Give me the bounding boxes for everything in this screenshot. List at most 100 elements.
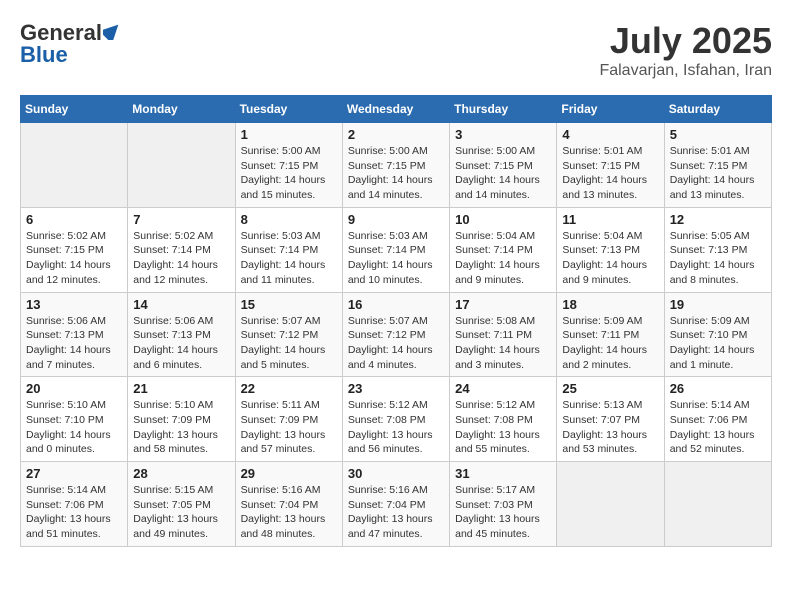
day-number: 12 (670, 212, 766, 227)
calendar-cell: 21 Sunrise: 5:10 AM Sunset: 7:09 PM Dayli… (128, 377, 235, 462)
calendar-cell: 22Sunrise: 5:11 AM Sunset: 7:09 PM Dayli… (235, 377, 342, 462)
calendar-cell: 27 Sunrise: 5:14 AM Sunset: 7:06 PM Dayli… (21, 462, 128, 547)
calendar-cell (557, 462, 664, 547)
day-detail: Sunrise: 5:07 AM Sunset: 7:12 PM Dayligh… (348, 314, 444, 373)
day-number: 8 (241, 212, 337, 227)
calendar-cell: 19 Sunrise: 5:09 AM Sunset: 7:10 PM Dayli… (664, 292, 771, 377)
day-number: 31 (455, 466, 551, 481)
calendar-cell: 9 Sunrise: 5:03 AM Sunset: 7:14 PM Daylig… (342, 207, 449, 292)
day-number: 2 (348, 127, 444, 142)
day-number: 11 (562, 212, 658, 227)
calendar-cell: 17 Sunrise: 5:08 AM Sunset: 7:11 PM Dayli… (450, 292, 557, 377)
day-detail: Sunrise: 5:10 AM Sunset: 7:10 PM Dayligh… (26, 398, 122, 457)
day-detail: Sunrise: 5:04 AM Sunset: 7:13 PM Dayligh… (562, 229, 658, 288)
calendar-cell: 28Sunrise: 5:15 AM Sunset: 7:05 PM Dayli… (128, 462, 235, 547)
calendar-cell: 18Sunrise: 5:09 AM Sunset: 7:11 PM Dayli… (557, 292, 664, 377)
calendar-day-header: Sunday (21, 96, 128, 123)
day-detail: Sunrise: 5:04 AM Sunset: 7:14 PM Dayligh… (455, 229, 551, 288)
calendar-cell: 20 Sunrise: 5:10 AM Sunset: 7:10 PM Dayli… (21, 377, 128, 462)
day-number: 19 (670, 297, 766, 312)
calendar-cell (21, 123, 128, 208)
title-block: July 2025 Falavarjan, Isfahan, Iran (599, 20, 772, 80)
day-detail: Sunrise: 5:11 AM Sunset: 7:09 PM Dayligh… (241, 398, 337, 457)
logo-arrow-icon (103, 20, 121, 46)
day-detail: Sunrise: 5:06 AM Sunset: 7:13 PM Dayligh… (26, 314, 122, 373)
page-subtitle: Falavarjan, Isfahan, Iran (599, 62, 772, 80)
day-detail: Sunrise: 5:17 AM Sunset: 7:03 PM Dayligh… (455, 483, 551, 542)
calendar-day-header: Friday (557, 96, 664, 123)
calendar-cell: 13 Sunrise: 5:06 AM Sunset: 7:13 PM Dayli… (21, 292, 128, 377)
calendar-cell: 4 Sunrise: 5:01 AM Sunset: 7:15 PM Daylig… (557, 123, 664, 208)
calendar-cell: 5 Sunrise: 5:01 AM Sunset: 7:15 PM Daylig… (664, 123, 771, 208)
calendar-cell: 25 Sunrise: 5:13 AM Sunset: 7:07 PM Dayli… (557, 377, 664, 462)
day-number: 18 (562, 297, 658, 312)
day-detail: Sunrise: 5:10 AM Sunset: 7:09 PM Dayligh… (133, 398, 229, 457)
calendar-cell: 2Sunrise: 5:00 AM Sunset: 7:15 PM Daylig… (342, 123, 449, 208)
calendar-cell: 30 Sunrise: 5:16 AM Sunset: 7:04 PM Dayli… (342, 462, 449, 547)
day-detail: Sunrise: 5:08 AM Sunset: 7:11 PM Dayligh… (455, 314, 551, 373)
day-detail: Sunrise: 5:02 AM Sunset: 7:15 PM Dayligh… (26, 229, 122, 288)
day-number: 4 (562, 127, 658, 142)
calendar-day-header: Monday (128, 96, 235, 123)
calendar-cell: 29 Sunrise: 5:16 AM Sunset: 7:04 PM Dayli… (235, 462, 342, 547)
day-detail: Sunrise: 5:01 AM Sunset: 7:15 PM Dayligh… (562, 144, 658, 203)
logo-blue-text: Blue (20, 42, 68, 67)
day-number: 21 (133, 381, 229, 396)
day-detail: Sunrise: 5:02 AM Sunset: 7:14 PM Dayligh… (133, 229, 229, 288)
calendar-table: SundayMondayTuesdayWednesdayThursdayFrid… (20, 95, 772, 547)
day-detail: Sunrise: 5:16 AM Sunset: 7:04 PM Dayligh… (348, 483, 444, 542)
calendar-cell (664, 462, 771, 547)
day-detail: Sunrise: 5:14 AM Sunset: 7:06 PM Dayligh… (26, 483, 122, 542)
day-detail: Sunrise: 5:13 AM Sunset: 7:07 PM Dayligh… (562, 398, 658, 457)
calendar-day-header: Wednesday (342, 96, 449, 123)
calendar-cell: 8 Sunrise: 5:03 AM Sunset: 7:14 PM Daylig… (235, 207, 342, 292)
calendar-cell: 24 Sunrise: 5:12 AM Sunset: 7:08 PM Dayli… (450, 377, 557, 462)
logo: General Blue (20, 20, 121, 68)
calendar-cell (128, 123, 235, 208)
calendar-week-row: 27 Sunrise: 5:14 AM Sunset: 7:06 PM Dayli… (21, 462, 772, 547)
calendar-cell: 12 Sunrise: 5:05 AM Sunset: 7:13 PM Dayli… (664, 207, 771, 292)
day-number: 9 (348, 212, 444, 227)
day-number: 30 (348, 466, 444, 481)
day-detail: Sunrise: 5:06 AM Sunset: 7:13 PM Dayligh… (133, 314, 229, 373)
day-number: 23 (348, 381, 444, 396)
day-number: 29 (241, 466, 337, 481)
day-number: 6 (26, 212, 122, 227)
day-number: 26 (670, 381, 766, 396)
day-detail: Sunrise: 5:00 AM Sunset: 7:15 PM Dayligh… (241, 144, 337, 203)
day-number: 25 (562, 381, 658, 396)
calendar-week-row: 13 Sunrise: 5:06 AM Sunset: 7:13 PM Dayli… (21, 292, 772, 377)
page-header: General Blue July 2025 Falavarjan, Isfah… (20, 20, 772, 80)
day-detail: Sunrise: 5:05 AM Sunset: 7:13 PM Dayligh… (670, 229, 766, 288)
day-detail: Sunrise: 5:16 AM Sunset: 7:04 PM Dayligh… (241, 483, 337, 542)
calendar-week-row: 20 Sunrise: 5:10 AM Sunset: 7:10 PM Dayli… (21, 377, 772, 462)
calendar-week-row: 6 Sunrise: 5:02 AM Sunset: 7:15 PM Daylig… (21, 207, 772, 292)
day-detail: Sunrise: 5:01 AM Sunset: 7:15 PM Dayligh… (670, 144, 766, 203)
calendar-cell: 10 Sunrise: 5:04 AM Sunset: 7:14 PM Dayli… (450, 207, 557, 292)
calendar-day-header: Tuesday (235, 96, 342, 123)
calendar-day-header: Saturday (664, 96, 771, 123)
day-number: 13 (26, 297, 122, 312)
day-detail: Sunrise: 5:03 AM Sunset: 7:14 PM Dayligh… (348, 229, 444, 288)
calendar-week-row: 1 Sunrise: 5:00 AM Sunset: 7:15 PM Daylig… (21, 123, 772, 208)
day-number: 1 (241, 127, 337, 142)
day-detail: Sunrise: 5:03 AM Sunset: 7:14 PM Dayligh… (241, 229, 337, 288)
calendar-cell: 1 Sunrise: 5:00 AM Sunset: 7:15 PM Daylig… (235, 123, 342, 208)
day-detail: Sunrise: 5:09 AM Sunset: 7:10 PM Dayligh… (670, 314, 766, 373)
day-number: 20 (26, 381, 122, 396)
day-number: 10 (455, 212, 551, 227)
day-detail: Sunrise: 5:07 AM Sunset: 7:12 PM Dayligh… (241, 314, 337, 373)
day-number: 24 (455, 381, 551, 396)
calendar-cell: 23Sunrise: 5:12 AM Sunset: 7:08 PM Dayli… (342, 377, 449, 462)
calendar-header-row: SundayMondayTuesdayWednesdayThursdayFrid… (21, 96, 772, 123)
day-detail: Sunrise: 5:14 AM Sunset: 7:06 PM Dayligh… (670, 398, 766, 457)
day-number: 3 (455, 127, 551, 142)
calendar-cell: 11 Sunrise: 5:04 AM Sunset: 7:13 PM Dayli… (557, 207, 664, 292)
day-number: 27 (26, 466, 122, 481)
day-detail: Sunrise: 5:15 AM Sunset: 7:05 PM Dayligh… (133, 483, 229, 542)
day-detail: Sunrise: 5:00 AM Sunset: 7:15 PM Dayligh… (455, 144, 551, 203)
day-number: 14 (133, 297, 229, 312)
day-detail: Sunrise: 5:12 AM Sunset: 7:08 PM Dayligh… (455, 398, 551, 457)
day-number: 17 (455, 297, 551, 312)
day-number: 5 (670, 127, 766, 142)
